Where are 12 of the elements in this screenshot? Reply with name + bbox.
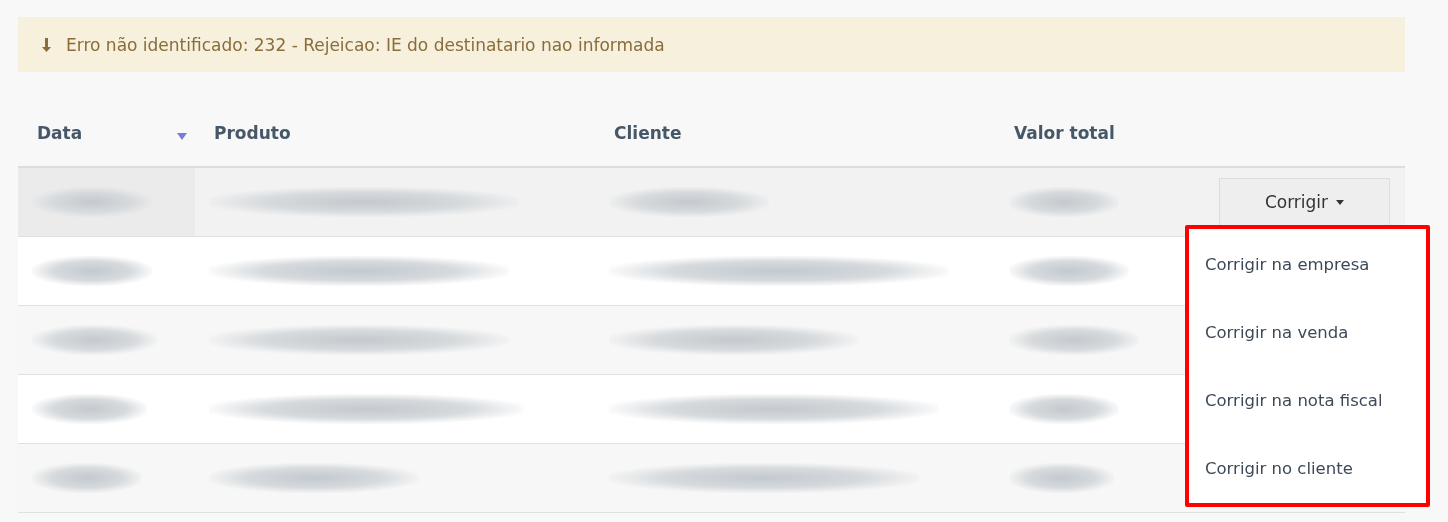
column-header[interactable]: Produto [195,100,595,166]
menu-item[interactable]: Corrigir no cliente [1189,434,1426,502]
column-header[interactable]: Cliente [595,100,995,166]
menu-item[interactable]: Corrigir na venda [1189,298,1426,366]
menu-item[interactable]: Corrigir na nota fiscal [1189,366,1426,434]
alert-message: Erro não identificado: 232 - Rejeicao: IE do destinatario nao informada [66,34,665,55]
column-header[interactable]: Valor total [995,100,1195,166]
down-arrow-icon [42,37,52,52]
menu-item[interactable]: Corrigir na empresa [1189,230,1426,298]
column-header[interactable]: Data [18,100,195,166]
caret-icon [1336,199,1345,205]
fix-dropdown-button[interactable]: Corrigir [1219,178,1390,226]
